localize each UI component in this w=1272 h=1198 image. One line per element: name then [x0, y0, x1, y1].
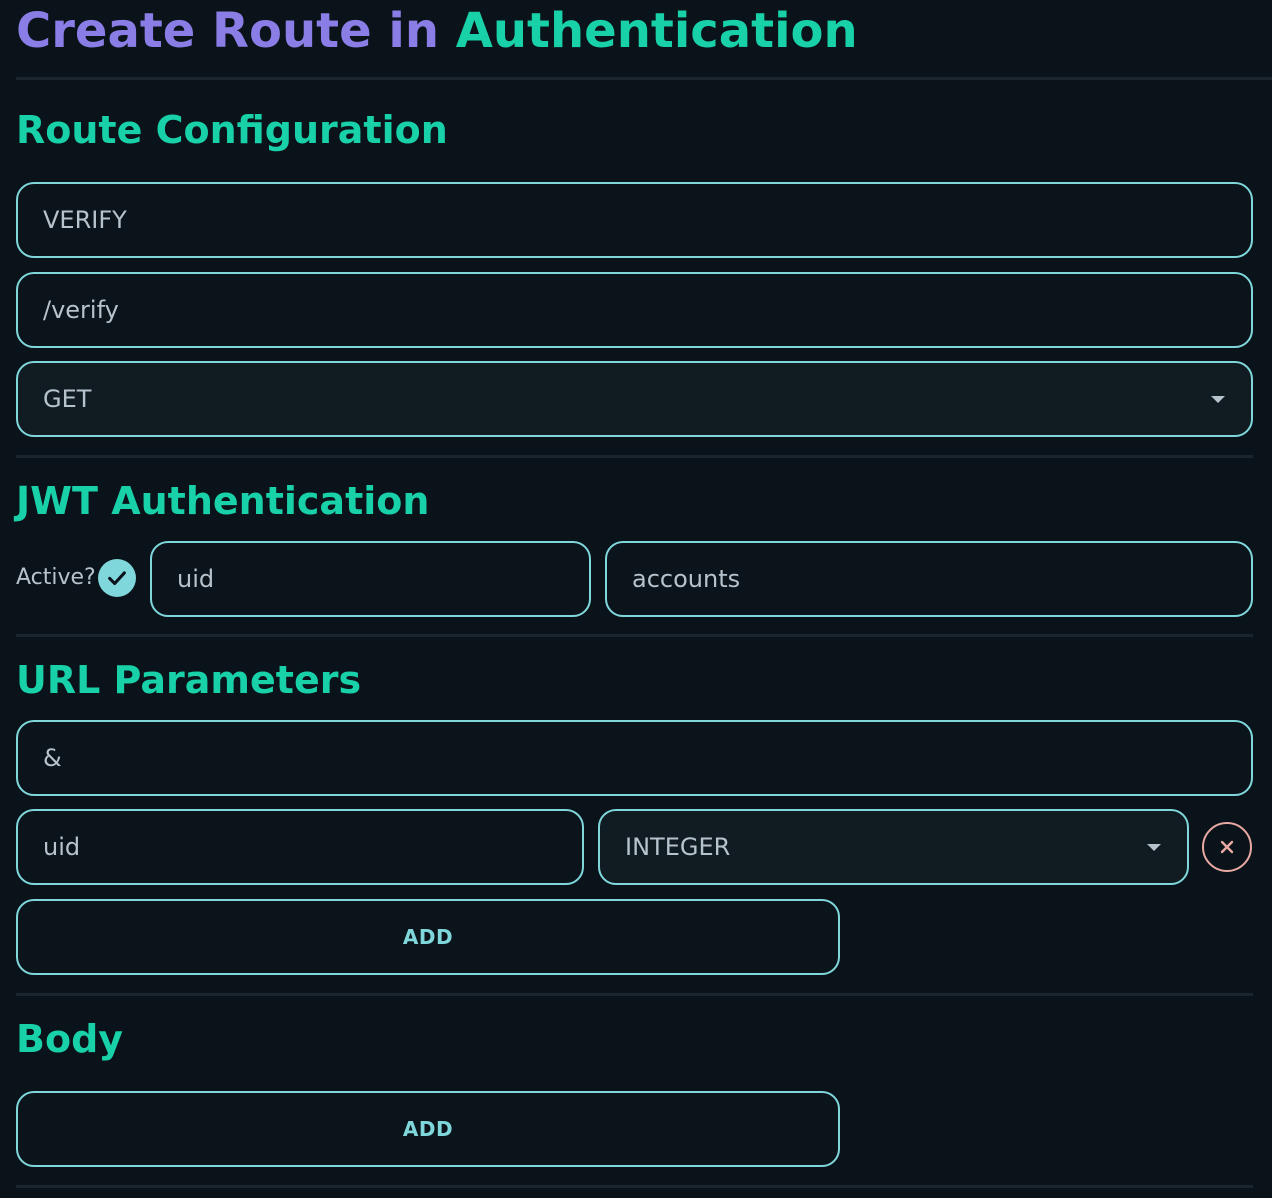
- section-title-route-configuration: Route Configuration: [16, 108, 448, 152]
- jwt-active-checkbox[interactable]: [98, 559, 136, 597]
- param-name-value: uid: [43, 833, 81, 861]
- jwt-table-value: accounts: [632, 565, 741, 593]
- route-name-value: VERIFY: [43, 206, 127, 234]
- param-type-select[interactable]: INTEGER: [598, 809, 1189, 885]
- jwt-active-label: Active?: [16, 565, 96, 590]
- method-select-value: GET: [43, 385, 92, 413]
- url-separator-value: &: [43, 744, 62, 772]
- divider: [16, 77, 1272, 80]
- page-title: Create Route in Authentication: [16, 0, 858, 62]
- section-title-url-parameters: URL Parameters: [16, 658, 362, 702]
- divider: [16, 634, 1253, 637]
- add-body-field-label: ADD: [402, 1117, 454, 1141]
- chevron-down-icon: [1211, 396, 1225, 403]
- section-title-jwt-authentication: JWT Authentication: [16, 479, 430, 523]
- add-url-param-button[interactable]: ADD: [16, 899, 840, 975]
- close-icon: [1220, 840, 1234, 854]
- param-name-input[interactable]: uid: [16, 809, 584, 885]
- jwt-table-input[interactable]: accounts: [605, 541, 1253, 617]
- add-url-param-label: ADD: [402, 925, 454, 949]
- section-title-body: Body: [16, 1017, 124, 1061]
- route-path-value: /verify: [43, 296, 119, 324]
- param-type-value: INTEGER: [625, 833, 731, 861]
- divider: [16, 1185, 1253, 1188]
- jwt-field-value: uid: [177, 565, 215, 593]
- create-route-page: Create Route in Authentication Route Con…: [0, 0, 1272, 1198]
- add-body-field-button[interactable]: ADD: [16, 1091, 840, 1167]
- route-name-input[interactable]: VERIFY: [16, 182, 1253, 258]
- method-select[interactable]: GET: [16, 361, 1253, 437]
- divider: [16, 993, 1253, 996]
- remove-param-button[interactable]: [1202, 822, 1252, 872]
- page-title-prefix: Create Route in: [16, 3, 439, 59]
- jwt-field-input[interactable]: uid: [150, 541, 591, 617]
- route-path-input[interactable]: /verify: [16, 272, 1253, 348]
- url-separator-input[interactable]: &: [16, 720, 1253, 796]
- check-circle-icon: [108, 571, 126, 586]
- chevron-down-icon: [1147, 844, 1161, 851]
- page-title-module: Authentication: [455, 3, 858, 59]
- divider: [16, 455, 1253, 458]
